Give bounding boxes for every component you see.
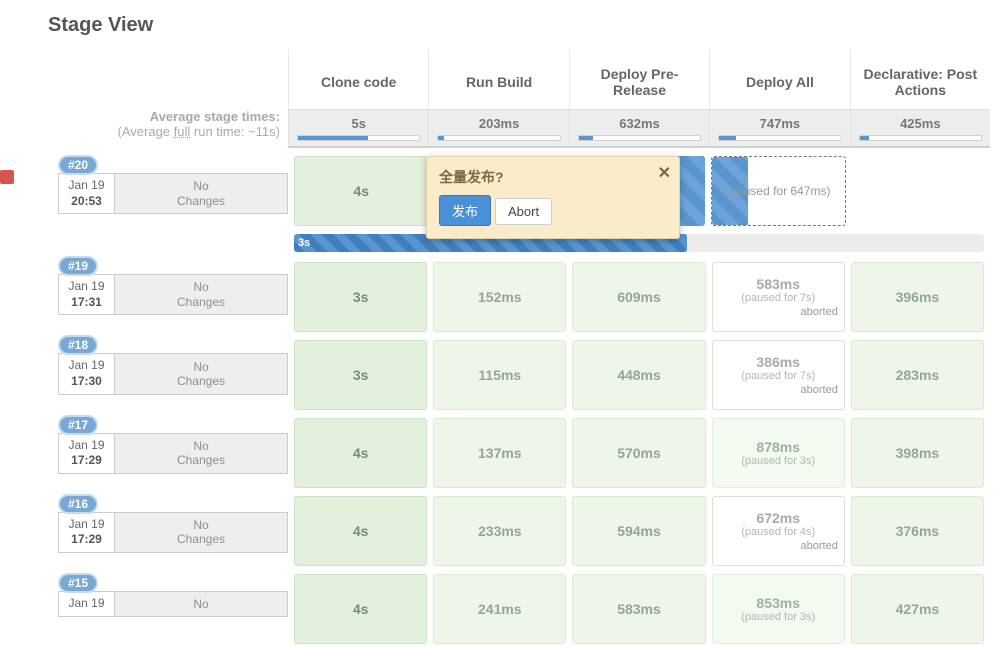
stage-cell[interactable]: 853ms(paused for 3s)	[712, 574, 845, 644]
build-card: Jan 1917:29NoChanges	[58, 433, 288, 474]
run-row: 4s(paused for 647ms)3s✕全量发布?发布Abort	[288, 146, 990, 258]
build-badge[interactable]: #15	[58, 573, 98, 593]
build-entry[interactable]: #17Jan 1917:29NoChanges	[10, 405, 288, 484]
builds-column: Average stage times: (Average full run t…	[10, 49, 288, 648]
stage-cell[interactable]: 386ms(paused for 7s)aborted	[712, 340, 845, 410]
close-icon[interactable]: ✕	[658, 163, 671, 183]
build-changes: NoChanges	[115, 275, 287, 314]
stage-cell[interactable]: 396ms	[851, 262, 984, 332]
stage-header: Deploy Pre-Release	[569, 49, 709, 109]
build-entry[interactable]: #19Jan 1917:31NoChanges	[10, 246, 288, 325]
build-badge[interactable]: #19	[58, 256, 98, 276]
build-entry[interactable]: #20Jan 1920:53NoChanges	[10, 145, 288, 246]
run-row: 4s137ms570ms878ms(paused for 3s)398ms	[288, 414, 990, 492]
stage-cell[interactable]: 233ms	[433, 496, 566, 566]
stage-cell[interactable]: 4s	[294, 418, 427, 488]
stage-cell[interactable]: 583ms(paused for 7s)aborted	[712, 262, 845, 332]
stage-cell[interactable]: 427ms	[851, 574, 984, 644]
stage-cell[interactable]: 609ms	[572, 262, 705, 332]
stage-average: 203ms	[428, 110, 568, 146]
stage-header: Declarative: Post Actions	[850, 49, 990, 109]
stage-average: 5s	[288, 110, 428, 146]
build-badge[interactable]: #16	[58, 494, 98, 514]
build-changes: No	[115, 592, 287, 616]
stage-cell[interactable]: 283ms	[851, 340, 984, 410]
build-changes: NoChanges	[115, 354, 287, 393]
input-message: 全量发布?	[439, 167, 667, 187]
run-row: 3s115ms448ms386ms(paused for 7s)aborted2…	[288, 336, 990, 414]
build-date: Jan 1917:31	[59, 275, 115, 314]
build-badge[interactable]: #18	[58, 335, 98, 355]
build-card: Jan 19No	[58, 591, 288, 617]
stage-cell[interactable]: 570ms	[572, 418, 705, 488]
build-date: Jan 1917:30	[59, 354, 115, 393]
stage-cell[interactable]: 4s	[294, 496, 427, 566]
stage-cell[interactable]: 4s	[294, 156, 428, 226]
build-date: Jan 19	[59, 592, 115, 616]
build-badge[interactable]: #20	[58, 155, 98, 175]
run-row: 4s241ms583ms853ms(paused for 3s)427ms	[288, 570, 990, 648]
stage-cell[interactable]: 594ms	[572, 496, 705, 566]
build-changes: NoChanges	[115, 174, 287, 213]
stage-header: Clone code	[288, 49, 428, 109]
stage-cell[interactable]: 398ms	[851, 418, 984, 488]
build-badge[interactable]: #17	[58, 415, 98, 435]
stage-cell[interactable]: 878ms(paused for 3s)	[712, 418, 845, 488]
stage-cell[interactable]	[852, 156, 984, 226]
run-row: 3s152ms609ms583ms(paused for 7s)aborted3…	[288, 258, 990, 336]
build-card: Jan 1917:31NoChanges	[58, 274, 288, 315]
page-title: Stage View	[48, 14, 990, 37]
stage-cell[interactable]: 448ms	[572, 340, 705, 410]
build-changes: NoChanges	[115, 513, 287, 552]
build-date: Jan 1917:29	[59, 434, 115, 473]
build-card: Jan 1917:30NoChanges	[58, 353, 288, 394]
stage-cell[interactable]: 376ms	[851, 496, 984, 566]
abort-button[interactable]: Abort	[495, 198, 552, 225]
stage-average: 747ms	[709, 110, 849, 146]
stage-cell[interactable]: 241ms	[433, 574, 566, 644]
input-popup: ✕全量发布? 发布Abort	[426, 156, 680, 239]
average-times-label: Average stage times: (Average full run t…	[10, 49, 288, 145]
build-changes: NoChanges	[115, 434, 287, 473]
build-entry[interactable]: #18Jan 1917:30NoChanges	[10, 325, 288, 404]
stage-average: 632ms	[569, 110, 709, 146]
proceed-button[interactable]: 发布	[439, 195, 491, 226]
build-date: Jan 1917:29	[59, 513, 115, 552]
stage-cell[interactable]: (paused for 647ms)	[711, 156, 845, 226]
stage-header: Run Build	[428, 49, 568, 109]
stage-header: Deploy All	[709, 49, 849, 109]
run-row: 4s233ms594ms672ms(paused for 4s)aborted3…	[288, 492, 990, 570]
stage-cell[interactable]: 3s	[294, 340, 427, 410]
stage-average: 425ms	[850, 110, 990, 146]
stage-cell[interactable]: 115ms	[433, 340, 566, 410]
stage-cell[interactable]: 3s	[294, 262, 427, 332]
stage-cell[interactable]: 583ms	[572, 574, 705, 644]
stage-cell[interactable]: 672ms(paused for 4s)aborted	[712, 496, 845, 566]
stage-cell[interactable]: 4s	[294, 574, 427, 644]
stage-cell[interactable]: 137ms	[433, 418, 566, 488]
stage-view: Average stage times: (Average full run t…	[10, 49, 990, 648]
build-date: Jan 1920:53	[59, 174, 115, 213]
build-card: Jan 1917:29NoChanges	[58, 512, 288, 553]
build-entry[interactable]: #16Jan 1917:29NoChanges	[10, 484, 288, 563]
build-entry[interactable]: #15Jan 19No	[10, 563, 288, 627]
stage-cell[interactable]: 152ms	[433, 262, 566, 332]
stage-grid: Clone codeRun BuildDeploy Pre-ReleaseDep…	[288, 49, 990, 648]
build-card: Jan 1920:53NoChanges	[58, 173, 288, 214]
